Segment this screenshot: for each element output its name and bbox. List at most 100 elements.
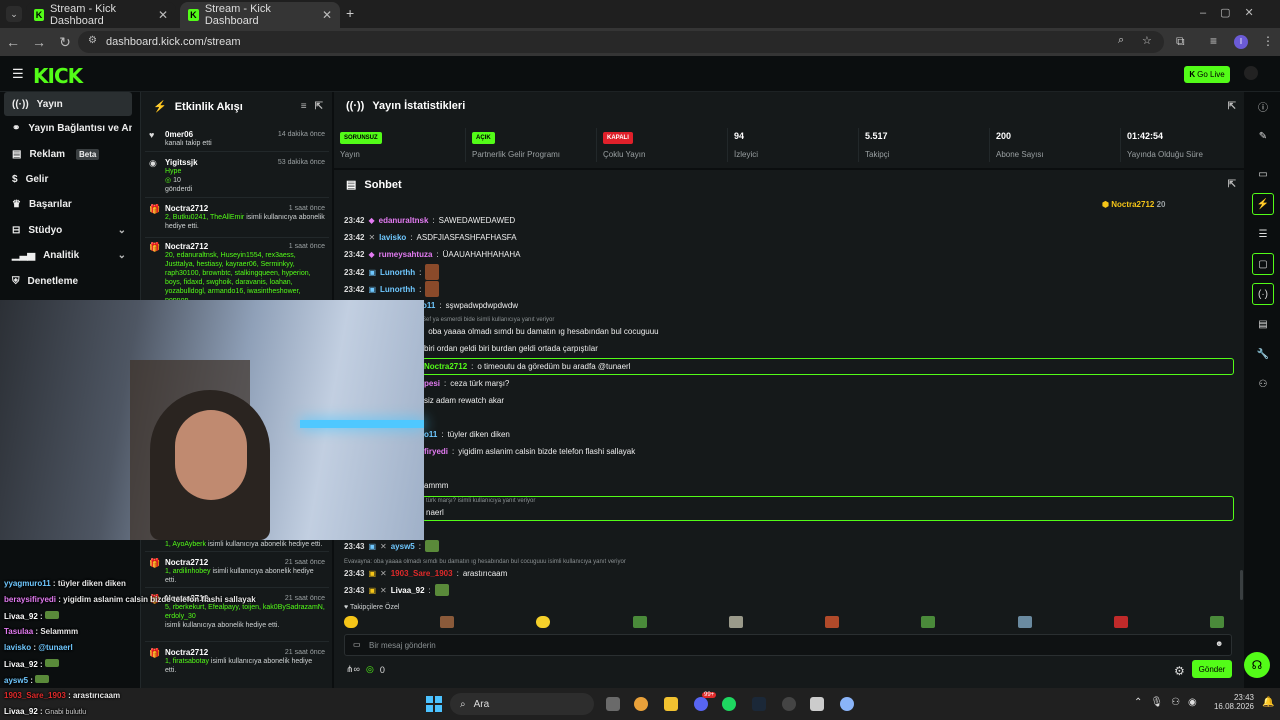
reload-icon[interactable]: ↻ <box>52 34 78 51</box>
emote-icon[interactable] <box>344 616 358 628</box>
emote-icon[interactable] <box>632 616 647 628</box>
chat-input[interactable]: ▭ Bir mesaj gönderin ☻ <box>344 634 1232 656</box>
share-icon[interactable]: ⋔∞ <box>346 664 360 675</box>
emote-icon[interactable] <box>440 616 455 628</box>
wrench-icon[interactable]: 🔧 <box>1252 343 1274 365</box>
broadcast-icon: ((·)) <box>346 100 365 112</box>
forward-icon[interactable]: → <box>26 34 52 50</box>
layers-icon[interactable]: ▤ <box>1252 313 1274 335</box>
sidebar-item-studyo[interactable]: ⊟ Stüdyo ⌄ <box>4 218 132 242</box>
message-user[interactable]: o11 <box>422 301 435 310</box>
lightning-icon[interactable]: ⚡ <box>1252 193 1274 215</box>
sidebar-item-denetleme[interactable]: ⛨ Denetleme <box>4 269 132 293</box>
new-tab-button[interactable]: + <box>346 5 354 21</box>
chat-icon[interactable]: ▢ <box>1252 253 1274 275</box>
sidebar-item-reklam[interactable]: ▤ Reklam Beta <box>4 142 132 166</box>
message-user[interactable]: firyedi <box>424 447 448 456</box>
windows-start-icon[interactable] <box>426 696 442 712</box>
emote-icon[interactable] <box>1017 616 1032 628</box>
overlay-chat-line: Livaa_92 : <box>4 659 59 669</box>
overlay-user: beraysifiryedi <box>4 595 57 604</box>
sidebar-item-gelir[interactable]: $ Gelir <box>4 167 132 191</box>
user-avatar[interactable] <box>1244 66 1258 80</box>
file-explorer-icon[interactable] <box>664 697 678 711</box>
emoji-icon[interactable]: ☻ <box>1215 639 1223 648</box>
task-view-icon[interactable] <box>606 697 620 711</box>
browser-menu-icon[interactable]: ⋮ <box>1262 34 1274 48</box>
list-icon[interactable]: ☰ <box>1252 223 1274 245</box>
kick-logo[interactable]: KICK <box>33 64 83 88</box>
emote-icon[interactable] <box>921 616 936 628</box>
zoom-icon[interactable]: ⌕ <box>1118 34 1124 47</box>
chrome-icon[interactable] <box>634 697 648 711</box>
broadcast-icon: ((·)) <box>12 98 29 110</box>
browser-tab-2[interactable]: K Stream - Kick Dashboard ✕ <box>180 2 340 28</box>
chat-scrollbar[interactable] <box>1240 570 1243 600</box>
overlay-chat-line: Tasulaa : Selammm <box>4 627 79 636</box>
mod-badge-icon: ✕ <box>380 541 387 551</box>
media-icon[interactable]: ≡ <box>1210 34 1217 48</box>
emote-icon[interactable] <box>825 616 840 628</box>
sidebar-item-basarilar[interactable]: ♛ Başarılar <box>4 192 132 216</box>
emote-icon[interactable] <box>536 616 551 628</box>
popout-icon[interactable]: ⇱ <box>1228 101 1236 112</box>
message-user[interactable]: rumeysahtuza <box>379 250 433 259</box>
hamburger-menu-icon[interactable]: ☰ <box>12 66 24 82</box>
extensions-icon[interactable]: ⧉ <box>1176 34 1185 49</box>
address-bar[interactable]: ⚙ dashboard.kick.com/stream ⌕ ☆ <box>78 31 1164 53</box>
close-tab-icon[interactable]: ✕ <box>322 8 332 22</box>
support-chat-icon[interactable]: ☊ <box>1244 652 1270 678</box>
system-tray-icons[interactable]: ⌃🎙⚇◉ <box>1134 697 1205 708</box>
filter-icon[interactable]: ≡ <box>301 101 307 112</box>
obs-icon[interactable] <box>782 697 796 711</box>
message-user[interactable]: Noctra2712 <box>424 362 467 371</box>
broadcast-icon[interactable]: (·) <box>1252 283 1274 305</box>
discord-icon[interactable] <box>694 697 708 711</box>
chat-settings-icon[interactable]: ⚙ <box>1174 664 1185 678</box>
go-live-button[interactable]: K Go Live <box>1184 66 1230 83</box>
beta-badge: Beta <box>76 148 100 160</box>
site-info-icon[interactable]: ⚙ <box>88 35 97 46</box>
video-icon[interactable]: ▭ <box>1252 163 1274 185</box>
message-user[interactable]: Lunorthh <box>380 285 415 294</box>
back-icon[interactable]: ← <box>0 34 26 50</box>
message-user[interactable]: edanuraltnsk <box>379 216 429 225</box>
profile-avatar[interactable]: I <box>1234 35 1248 49</box>
app-icon[interactable] <box>810 697 824 711</box>
sidebar-item-analitik[interactable]: ▁▃▅ Analitik ⌄ <box>4 243 132 267</box>
notification-bell-icon[interactable]: 🔔 <box>1262 697 1274 708</box>
message-user[interactable]: 1903_Sare_1903 <box>391 569 453 578</box>
close-tab-icon[interactable]: ✕ <box>158 8 168 22</box>
window-controls[interactable]: –▢✕ <box>1200 6 1268 19</box>
emote-icon[interactable] <box>1209 616 1224 628</box>
edit-icon[interactable]: ✎ <box>1252 125 1274 147</box>
send-button[interactable]: Gönder <box>1192 660 1232 678</box>
popout-icon[interactable]: ⇱ <box>1228 179 1236 190</box>
steam-icon[interactable] <box>752 697 766 711</box>
mod-badge-icon: ✕ <box>380 585 387 595</box>
settings-icon[interactable] <box>840 697 854 711</box>
spotify-icon[interactable] <box>722 697 736 711</box>
emote-icon[interactable] <box>728 616 743 628</box>
bookmark-star-icon[interactable]: ☆ <box>1142 34 1152 47</box>
kick-coin-icon: ◉ <box>149 158 157 168</box>
popout-icon[interactable]: ⇱ <box>315 101 323 112</box>
users-icon[interactable]: ⚇ <box>1252 373 1274 395</box>
emote-icon[interactable] <box>1113 616 1128 628</box>
info-icon[interactable]: ⓘ <box>1252 95 1274 117</box>
message-user[interactable]: o11 <box>424 430 437 439</box>
message-user[interactable]: Livaa_92 <box>391 586 425 595</box>
tab-search-icon[interactable]: ⌄ <box>6 6 22 22</box>
go-live-label: Go Live <box>1197 70 1225 79</box>
message-user[interactable]: aysw5 <box>391 542 415 551</box>
message-user[interactable]: lavisko <box>379 233 406 242</box>
taskbar-search[interactable]: ⌕ Ara <box>450 693 594 715</box>
message-user[interactable]: Lunorthh <box>380 268 415 277</box>
sub-badge-icon: ▣ <box>368 541 377 551</box>
sidebar-item-yayin[interactable]: ((·)) Yayın <box>4 92 132 116</box>
sidebar-item-stream-key[interactable]: ⚭ Yayın Bağlantısı ve Anahtarı <box>4 116 132 140</box>
message-user[interactable]: pesi <box>424 379 440 388</box>
browser-tab-1[interactable]: K Stream - Kick Dashboard ✕ <box>26 2 176 28</box>
clock[interactable]: 23:43 16.08.2026 <box>1208 693 1254 711</box>
gift-icon: 🎁 <box>149 558 161 568</box>
